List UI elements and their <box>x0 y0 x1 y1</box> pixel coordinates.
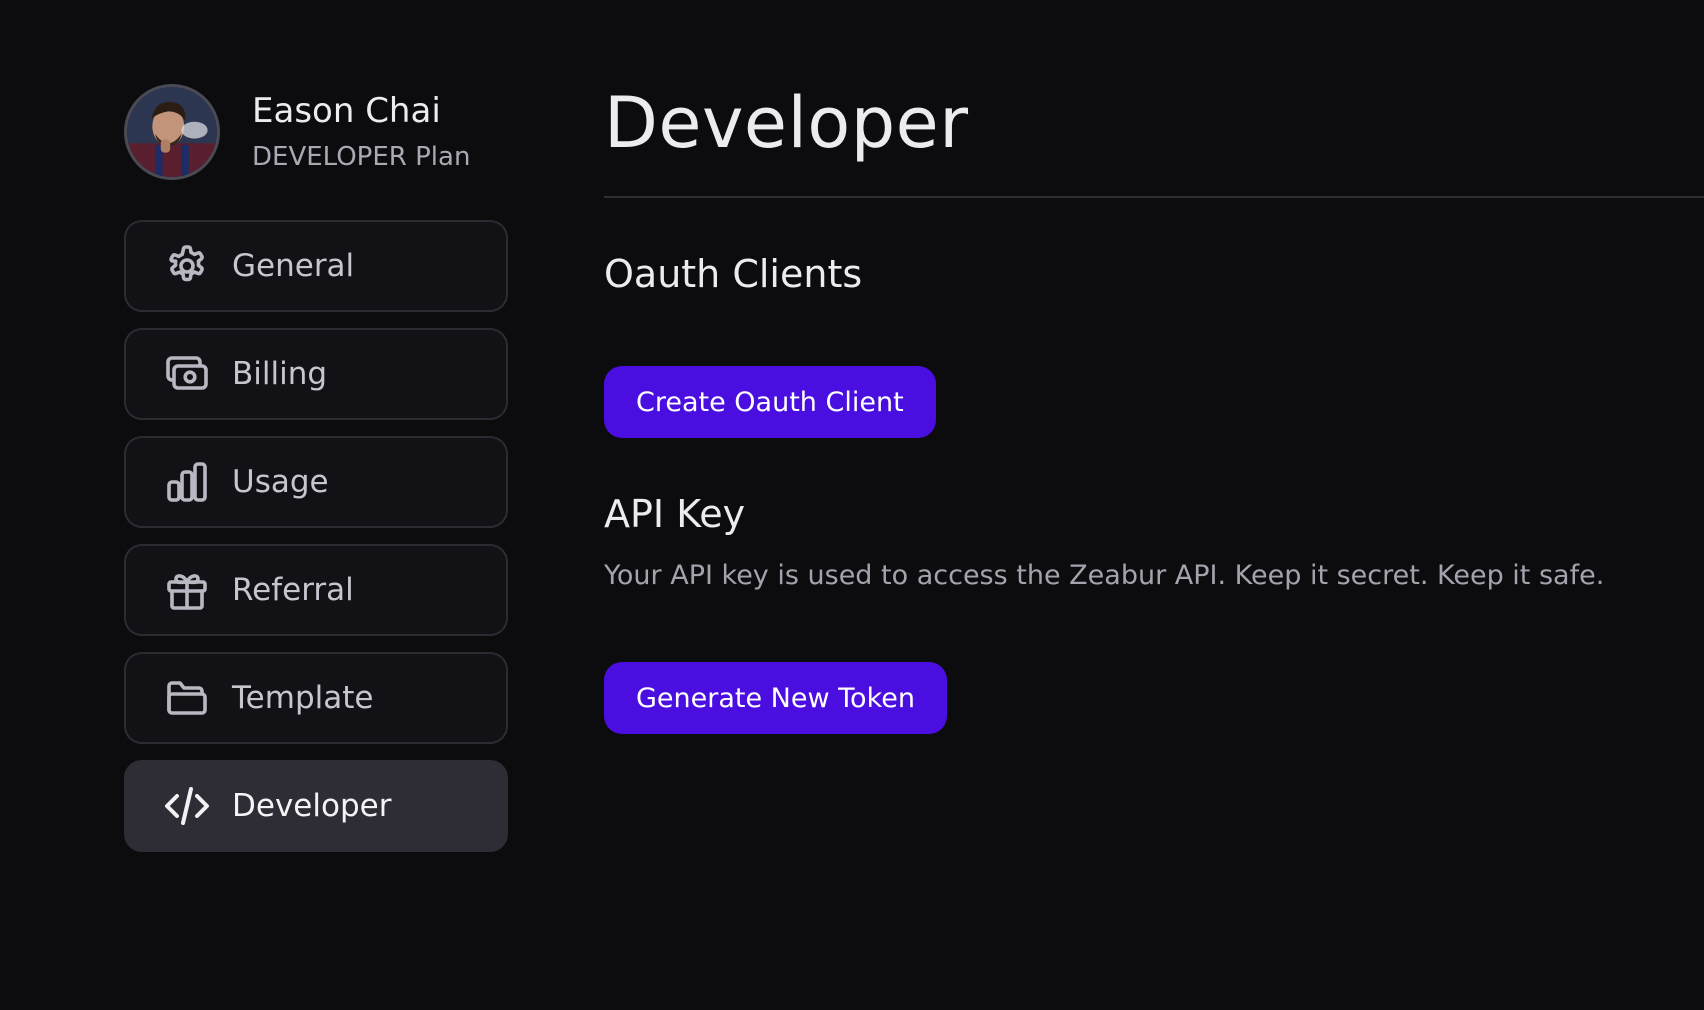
sidebar-item-template[interactable]: Template <box>124 652 508 744</box>
folder-icon <box>162 673 212 723</box>
gift-icon <box>162 565 212 615</box>
avatar-image <box>127 87 217 177</box>
settings-sidebar: General Billing Usage Referral Template … <box>124 220 508 852</box>
sidebar-item-label: Billing <box>232 356 328 392</box>
oauth-clients-heading: Oauth Clients <box>604 252 863 296</box>
sidebar-item-label: Referral <box>232 572 354 608</box>
sidebar-item-usage[interactable]: Usage <box>124 436 508 528</box>
gear-icon <box>162 241 212 291</box>
api-key-description: Your API key is used to access the Zeabu… <box>604 560 1605 591</box>
settings-page: Eason Chai DEVELOPER Plan General Billin… <box>0 0 1704 1010</box>
sidebar-item-label: Template <box>232 680 374 716</box>
code-icon <box>162 781 212 831</box>
sidebar-item-referral[interactable]: Referral <box>124 544 508 636</box>
billing-icon <box>162 349 212 399</box>
bar-chart-icon <box>162 457 212 507</box>
sidebar-item-label: Developer <box>232 788 392 824</box>
title-divider <box>604 196 1704 198</box>
sidebar-item-developer[interactable]: Developer <box>124 760 508 852</box>
sidebar-item-general[interactable]: General <box>124 220 508 312</box>
sidebar-item-label: General <box>232 248 355 284</box>
page-title: Developer <box>604 82 969 164</box>
avatar[interactable] <box>124 84 220 180</box>
generate-new-token-button[interactable]: Generate New Token <box>604 662 947 734</box>
profile-text: Eason Chai DEVELOPER Plan <box>252 91 470 173</box>
user-profile: Eason Chai DEVELOPER Plan <box>124 84 470 180</box>
user-name: Eason Chai <box>252 91 441 131</box>
sidebar-item-billing[interactable]: Billing <box>124 328 508 420</box>
sidebar-item-label: Usage <box>232 464 329 500</box>
api-key-heading: API Key <box>604 492 746 536</box>
user-plan: DEVELOPER Plan <box>252 141 471 172</box>
create-oauth-client-button[interactable]: Create Oauth Client <box>604 366 936 438</box>
